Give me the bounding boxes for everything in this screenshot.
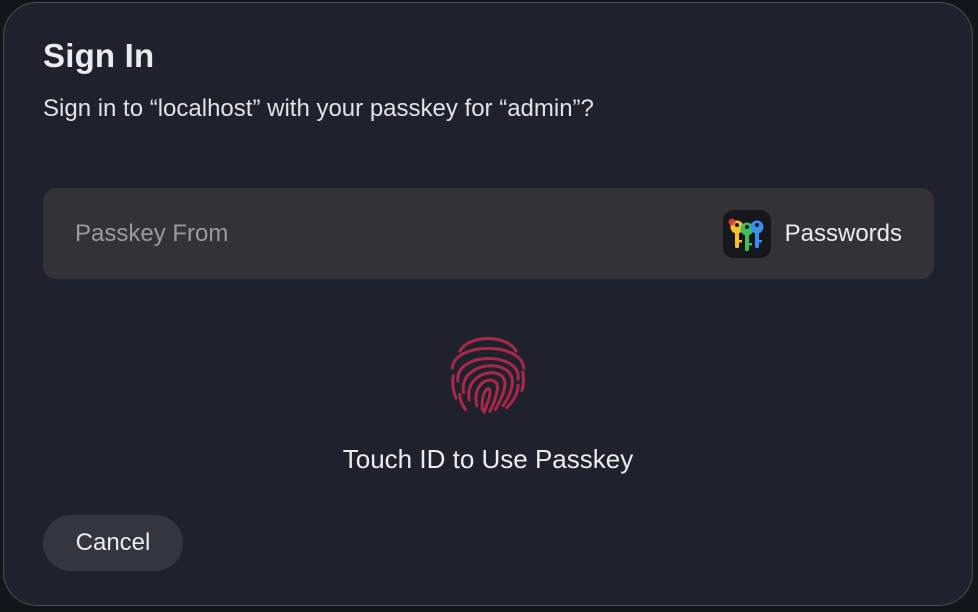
passkey-source-row[interactable]: Passkey From Passwords [43, 188, 934, 279]
touch-id-label: Touch ID to Use Passkey [342, 444, 634, 474]
provider-name: Passwords [784, 219, 902, 247]
passwords-app-icon [722, 209, 771, 258]
passkey-source-label: Passkey From [75, 219, 229, 247]
fingerprint-icon[interactable] [441, 323, 535, 417]
dialog-title: Sign In [43, 37, 155, 74]
cancel-button[interactable]: Cancel [43, 515, 183, 571]
passkey-provider: Passwords [722, 209, 902, 258]
touch-id-area: Touch ID to Use Passkey [4, 323, 972, 475]
sign-in-dialog: Sign In Sign in to “localhost” with your… [3, 2, 973, 606]
dialog-subtitle: Sign in to “localhost” with your passkey… [43, 95, 594, 122]
